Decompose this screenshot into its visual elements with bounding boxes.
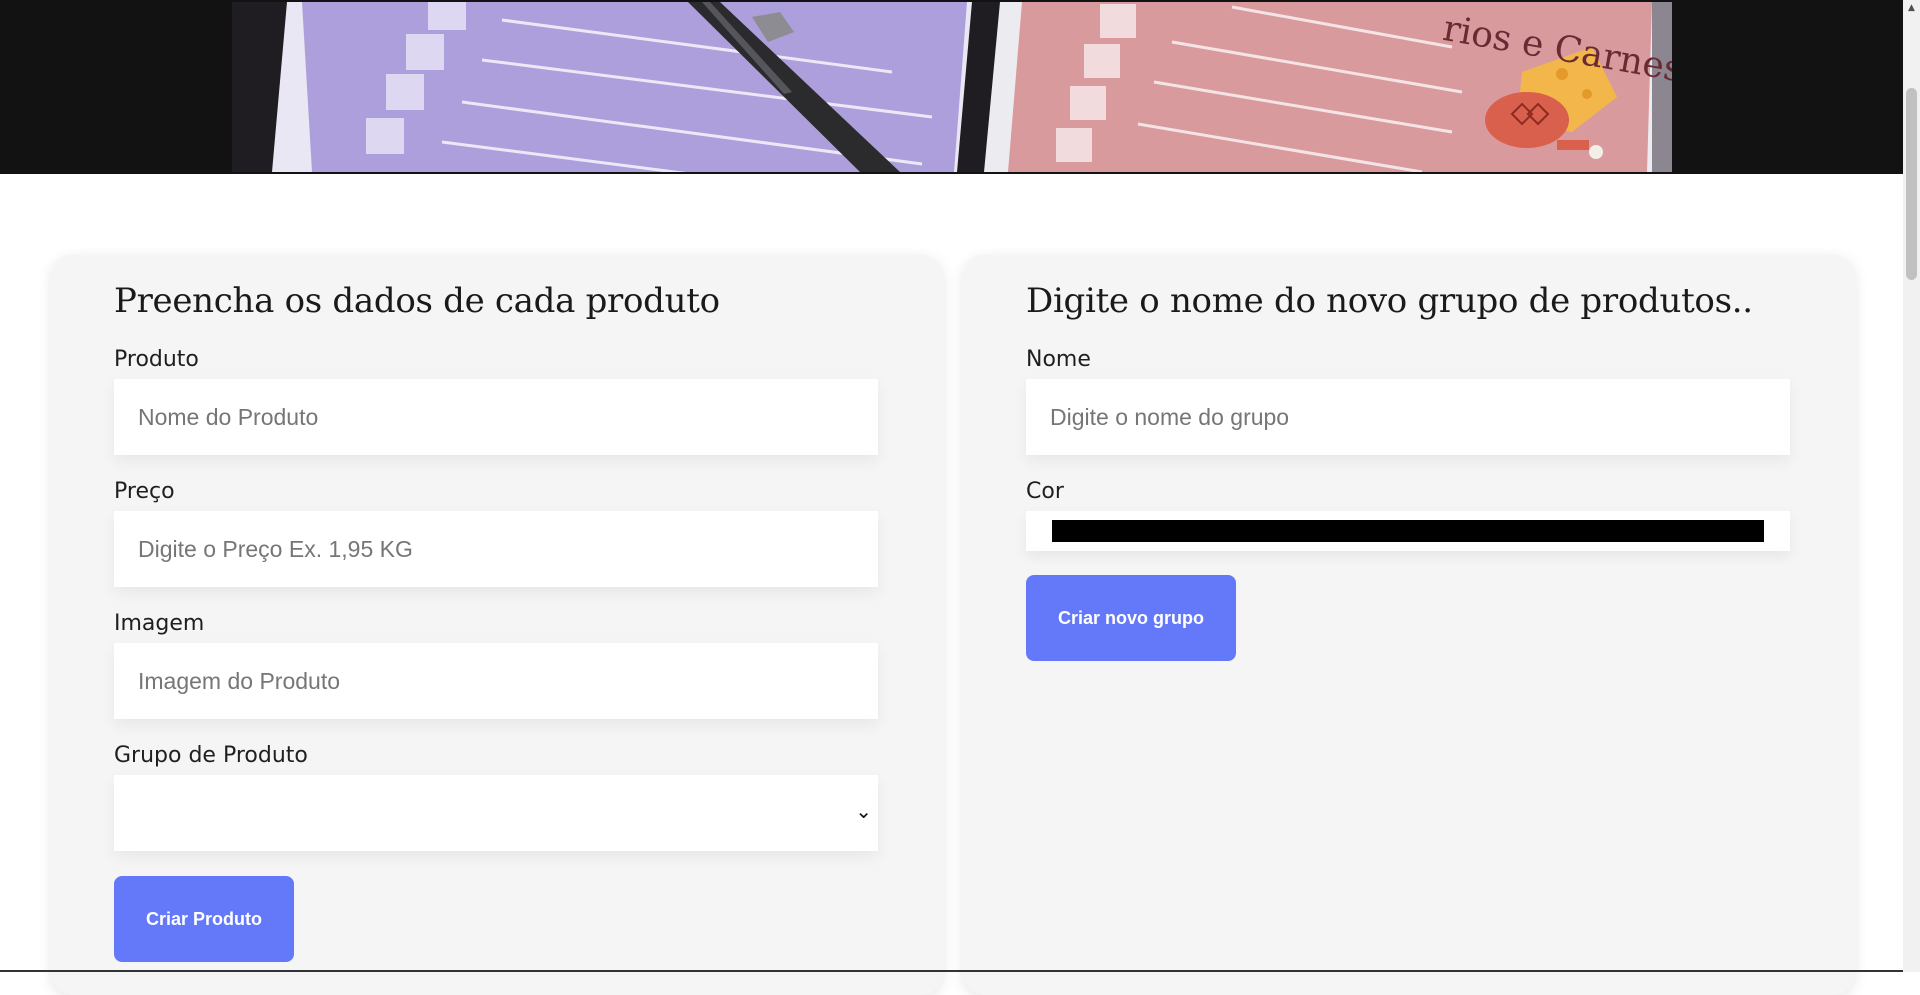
arrow-up-icon[interactable]: ▲ — [1903, 0, 1920, 17]
group-form-card: Digite o nome do novo grupo de produtos.… — [963, 255, 1855, 995]
product-name-input[interactable] — [114, 379, 878, 455]
create-product-button[interactable]: Criar Produto — [114, 876, 294, 962]
page-scrollbar[interactable]: ▲ — [1903, 0, 1920, 972]
create-group-button[interactable]: Criar novo grupo — [1026, 575, 1236, 661]
group-form-title: Digite o nome do novo grupo de produtos.… — [1026, 281, 1753, 321]
header-banner: rios e Carnes — [0, 0, 1903, 174]
group-name-input[interactable] — [1026, 379, 1790, 455]
product-form-card: Preencha os dados de cada produto Produt… — [51, 255, 943, 995]
product-form-title: Preencha os dados de cada produto — [114, 281, 720, 321]
group-color-picker[interactable] — [1026, 511, 1790, 551]
product-group-label: Grupo de Produto — [114, 743, 308, 768]
color-swatch — [1052, 520, 1764, 542]
product-image-input[interactable] — [114, 643, 878, 719]
product-price-input[interactable] — [114, 511, 878, 587]
product-image-label: Imagem — [114, 611, 205, 636]
scroll-thumb[interactable] — [1906, 88, 1917, 280]
group-color-label: Cor — [1026, 479, 1064, 504]
product-group-select[interactable]: ⌄ — [114, 775, 878, 851]
chevron-down-icon: ⌄ — [855, 799, 872, 823]
product-name-label: Produto — [114, 347, 199, 372]
banner-image: rios e Carnes — [232, 2, 1672, 172]
group-name-label: Nome — [1026, 347, 1091, 372]
product-price-label: Preço — [114, 479, 175, 504]
